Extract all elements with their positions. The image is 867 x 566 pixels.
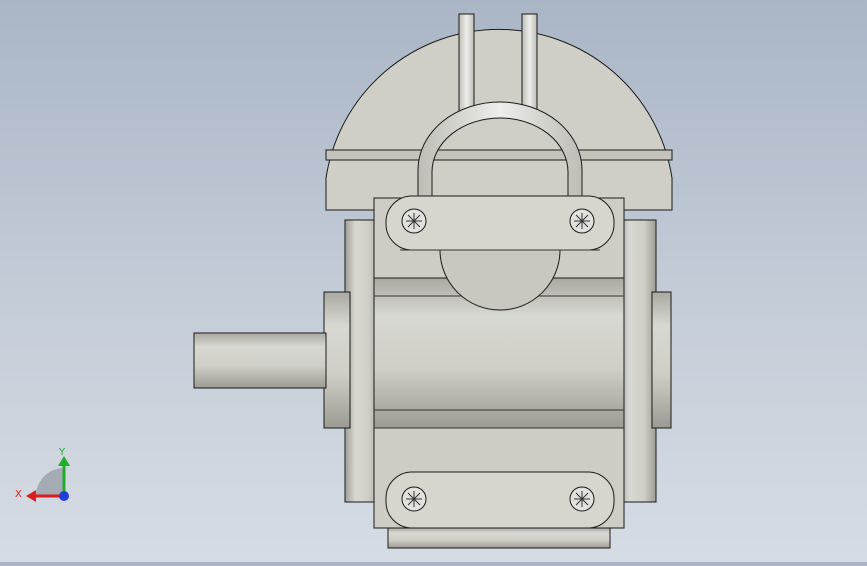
input-shaft[interactable] <box>193 332 327 389</box>
y-axis-label: Y <box>58 447 66 458</box>
graphics-viewport[interactable]: Y X <box>0 0 867 562</box>
bolt-head <box>401 486 427 512</box>
z-axis-dot <box>59 491 69 501</box>
axis-triad: Y X <box>15 447 70 502</box>
mounting-foot-top[interactable] <box>385 195 615 251</box>
mounting-foot-bottom[interactable] <box>385 471 615 549</box>
x-axis-label: X <box>15 489 22 500</box>
bolt-head <box>569 486 595 512</box>
bolt-head <box>569 208 595 234</box>
bolt-head <box>401 208 427 234</box>
model-view[interactable]: Y X <box>0 0 867 562</box>
